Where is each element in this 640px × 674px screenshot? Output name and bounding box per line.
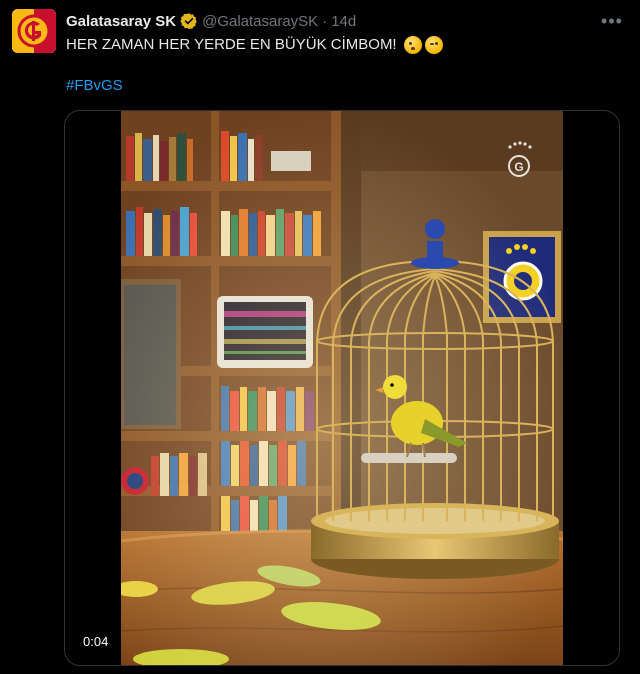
hashtag-link[interactable]: #FBvGS [66, 76, 123, 96]
more-options-icon[interactable]: ••• [601, 11, 622, 31]
tweet-header: Galatasaray SK @GalatasaraySK · 14d [66, 11, 356, 31]
video-player[interactable]: G [64, 110, 620, 666]
author-name[interactable]: Galatasaray SK [66, 13, 176, 30]
video-timestamp: 0:04 [77, 631, 115, 653]
author-avatar[interactable] [12, 9, 56, 53]
author-handle[interactable]: @GalatasaraySK [202, 13, 318, 30]
verified-badge-icon[interactable] [180, 12, 198, 30]
tweet-text-content: HER ZAMAN HER YERDE EN BÜYÜK CİMBOM! [66, 36, 397, 53]
tweet[interactable]: Galatasaray SK @GalatasaraySK · 14d ••• … [0, 0, 640, 674]
tweet-text: HER ZAMAN HER YERDE EN BÜYÜK CİMBOM! [66, 35, 443, 55]
post-time[interactable]: 14d [331, 13, 356, 30]
winking-face-emoji-icon [424, 36, 443, 54]
video-thumbnail-canary-in-cage: G [121, 111, 563, 665]
kissing-face-emoji-icon [403, 36, 422, 54]
video-frame[interactable]: G [121, 111, 563, 665]
separator-dot: · [322, 12, 328, 30]
galatasaray-logo-icon [12, 9, 56, 53]
